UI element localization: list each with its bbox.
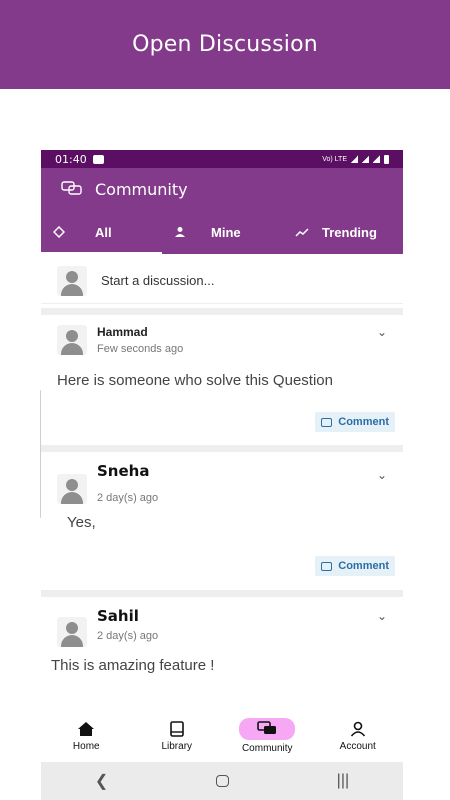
post-content: Yes, (67, 514, 96, 531)
app-title: Community (95, 179, 188, 199)
tab-all-label: All (95, 224, 112, 240)
tab-mine[interactable]: Mine (162, 210, 283, 254)
nav-community[interactable]: Community (222, 710, 313, 762)
avatar (57, 617, 87, 647)
message-notification-icon (92, 154, 104, 164)
bottom-navigation: Home Library Community Account (41, 710, 403, 762)
screenshot-banner: Open Discussion (0, 0, 450, 89)
nav-account-label: Account (339, 741, 376, 752)
tab-bar: All Mine Trending (41, 210, 403, 254)
battery-icon (384, 154, 389, 164)
start-discussion-row[interactable]: Start a discussion... (41, 258, 403, 304)
home-icon (78, 722, 95, 736)
nav-library-label: Library (161, 741, 193, 752)
wifi-icon (351, 155, 358, 163)
post-header: Sneha 2 day(s) ago (57, 462, 158, 504)
chevron-down-icon[interactable]: ⌄ (377, 609, 387, 623)
post-author: Sneha (97, 462, 150, 480)
tab-trending-label: Trending (322, 224, 377, 240)
nav-community-label: Community (241, 743, 293, 754)
post-card: Sahil 2 day(s) ago ⌄ This is amazing fea… (41, 597, 403, 710)
start-discussion-input[interactable]: Start a discussion... (101, 273, 214, 288)
back-icon[interactable]: ❮ (95, 771, 108, 791)
phone-screen: 01:40 Vo) LTE Community All Mine Trendin… (41, 150, 403, 800)
tab-mine-label: Mine (211, 224, 241, 240)
app-bar: Community (41, 168, 403, 210)
comment-icon (321, 417, 333, 427)
comment-button[interactable]: Comment (315, 556, 395, 576)
comment-label: Comment (338, 560, 389, 572)
post-meta: Hammad Few seconds ago (97, 325, 183, 355)
chevron-down-icon[interactable]: ⌄ (377, 468, 387, 482)
post-card: Hammad Few seconds ago ⌄ Here is someone… (41, 315, 403, 445)
chevron-down-icon[interactable]: ⌄ (377, 325, 387, 339)
post-header: Sahil 2 day(s) ago (57, 607, 158, 647)
nav-account[interactable]: Account (313, 710, 404, 762)
recents-icon[interactable]: ||| (337, 772, 349, 790)
layers-icon (53, 226, 65, 238)
post-author: Hammad (97, 325, 148, 339)
post-meta: Sneha 2 day(s) ago (97, 462, 158, 504)
post-content: Here is someone who solve this Question (57, 372, 333, 389)
divider (41, 590, 403, 597)
post-content: This is amazing feature ! (51, 657, 215, 674)
signal-icon-2 (373, 155, 380, 163)
nav-library[interactable]: Library (132, 710, 223, 762)
divider (41, 445, 403, 452)
post-time: Few seconds ago (97, 343, 184, 355)
divider (41, 308, 403, 315)
comment-button[interactable]: Comment (315, 412, 395, 432)
post-time: 2 day(s) ago (97, 492, 159, 504)
account-icon (350, 721, 365, 737)
tab-all[interactable]: All (41, 210, 162, 254)
post-meta: Sahil 2 day(s) ago (97, 607, 158, 647)
avatar (57, 325, 87, 355)
trending-icon (295, 228, 309, 237)
status-bar: 01:40 Vo) LTE (41, 150, 403, 168)
post-author: Sahil (97, 607, 139, 625)
chat-icon (257, 721, 277, 734)
system-navigation-bar: ❮ ||| (41, 762, 403, 800)
status-icons: Vo) LTE (322, 154, 389, 164)
nav-home-label: Home (72, 741, 100, 752)
home-button-icon[interactable] (215, 775, 229, 787)
comment-label: Comment (338, 416, 389, 428)
signal-icon (362, 155, 369, 163)
person-icon (175, 227, 185, 237)
banner-title: Open Discussion (132, 32, 318, 57)
avatar (57, 474, 87, 504)
active-pill (239, 718, 296, 740)
post-header: Hammad Few seconds ago (57, 325, 183, 355)
post-card: Sneha 2 day(s) ago ⌄ Yes, Comment (41, 452, 403, 590)
tab-trending[interactable]: Trending (283, 210, 403, 254)
nav-home[interactable]: Home (41, 710, 132, 762)
carrier-label: Vo) LTE (322, 155, 347, 163)
comment-icon (321, 561, 333, 571)
book-icon (169, 721, 184, 737)
post-time: 2 day(s) ago (97, 630, 159, 642)
community-icon (61, 181, 82, 195)
status-time: 01:40 (55, 152, 87, 166)
avatar (57, 265, 87, 296)
